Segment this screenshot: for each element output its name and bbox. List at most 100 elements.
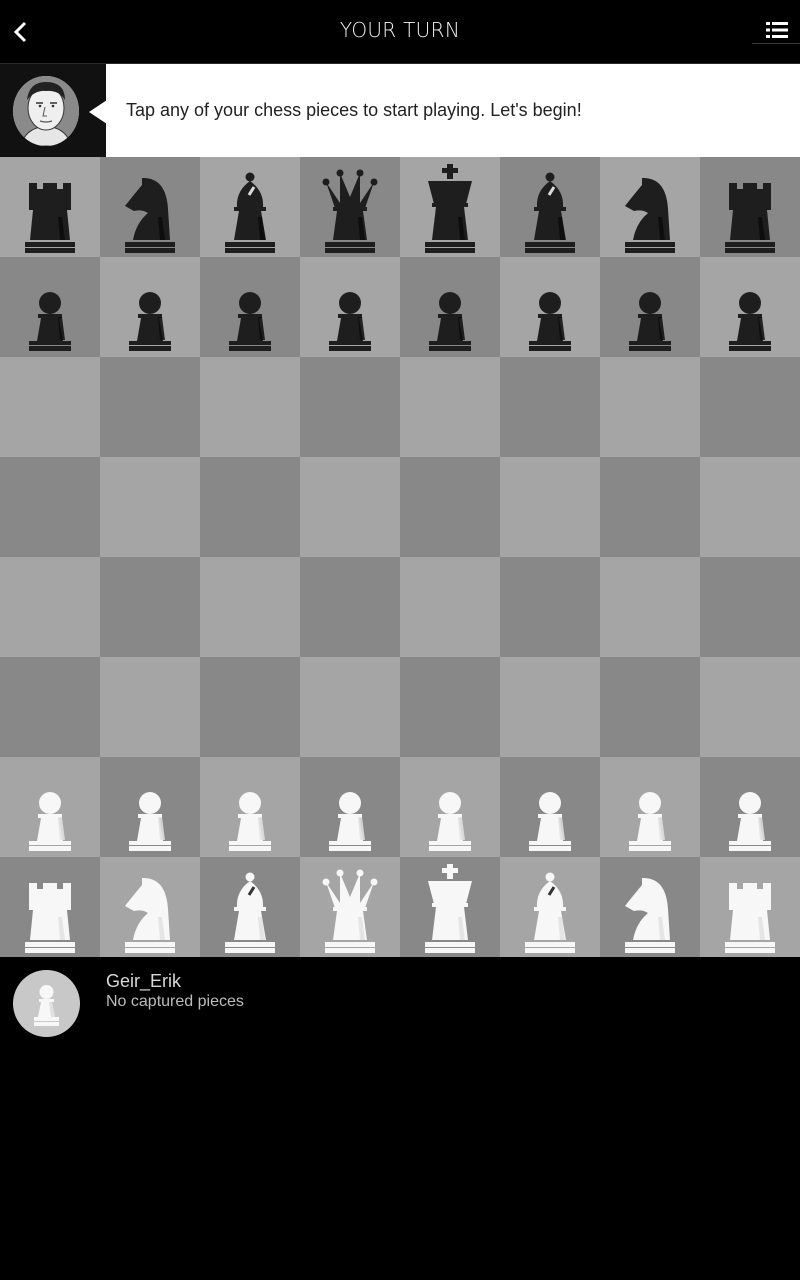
black-pawn-icon[interactable] <box>400 257 500 357</box>
coach-avatar <box>13 76 79 146</box>
square-d7[interactable] <box>300 257 400 357</box>
square-a7[interactable] <box>0 257 100 357</box>
menu-button[interactable] <box>752 14 800 44</box>
square-f6[interactable] <box>500 357 600 457</box>
square-e7[interactable] <box>400 257 500 357</box>
chess-board[interactable] <box>0 157 800 957</box>
black-king-icon[interactable] <box>400 157 500 257</box>
black-pawn-icon[interactable] <box>100 257 200 357</box>
white-rook-icon[interactable] <box>0 857 100 957</box>
white-pawn-icon[interactable] <box>500 757 600 857</box>
square-d4[interactable] <box>300 557 400 657</box>
square-e1[interactable] <box>400 857 500 957</box>
square-e3[interactable] <box>400 657 500 757</box>
square-f4[interactable] <box>500 557 600 657</box>
square-b6[interactable] <box>100 357 200 457</box>
square-b1[interactable] <box>100 857 200 957</box>
square-b4[interactable] <box>100 557 200 657</box>
black-pawn-icon[interactable] <box>200 257 300 357</box>
square-e4[interactable] <box>400 557 500 657</box>
black-queen-icon[interactable] <box>300 157 400 257</box>
square-a8[interactable] <box>0 157 100 257</box>
square-b3[interactable] <box>100 657 200 757</box>
square-h2[interactable] <box>700 757 800 857</box>
square-d2[interactable] <box>300 757 400 857</box>
black-pawn-icon[interactable] <box>300 257 400 357</box>
square-h4[interactable] <box>700 557 800 657</box>
square-b7[interactable] <box>100 257 200 357</box>
square-h3[interactable] <box>700 657 800 757</box>
black-rook-icon[interactable] <box>700 157 800 257</box>
black-knight-icon[interactable] <box>100 157 200 257</box>
white-pawn-icon[interactable] <box>0 757 100 857</box>
white-rook-icon[interactable] <box>700 857 800 957</box>
white-pawn-icon[interactable] <box>100 757 200 857</box>
square-h8[interactable] <box>700 157 800 257</box>
square-a6[interactable] <box>0 357 100 457</box>
square-g4[interactable] <box>600 557 700 657</box>
square-c1[interactable] <box>200 857 300 957</box>
white-king-icon[interactable] <box>400 857 500 957</box>
black-rook-icon[interactable] <box>0 157 100 257</box>
square-f3[interactable] <box>500 657 600 757</box>
square-c6[interactable] <box>200 357 300 457</box>
square-a1[interactable] <box>0 857 100 957</box>
square-f8[interactable] <box>500 157 600 257</box>
black-bishop-icon[interactable] <box>500 157 600 257</box>
square-a3[interactable] <box>0 657 100 757</box>
square-a2[interactable] <box>0 757 100 857</box>
black-knight-icon[interactable] <box>600 157 700 257</box>
square-b2[interactable] <box>100 757 200 857</box>
square-g2[interactable] <box>600 757 700 857</box>
square-a5[interactable] <box>0 457 100 557</box>
square-g3[interactable] <box>600 657 700 757</box>
square-d3[interactable] <box>300 657 400 757</box>
square-g8[interactable] <box>600 157 700 257</box>
square-g6[interactable] <box>600 357 700 457</box>
black-pawn-icon[interactable] <box>700 257 800 357</box>
square-d8[interactable] <box>300 157 400 257</box>
square-d1[interactable] <box>300 857 400 957</box>
square-c2[interactable] <box>200 757 300 857</box>
square-g7[interactable] <box>600 257 700 357</box>
white-bishop-icon[interactable] <box>500 857 600 957</box>
square-f1[interactable] <box>500 857 600 957</box>
square-g5[interactable] <box>600 457 700 557</box>
white-pawn-icon[interactable] <box>700 757 800 857</box>
white-pawn-icon[interactable] <box>300 757 400 857</box>
square-c4[interactable] <box>200 557 300 657</box>
square-d6[interactable] <box>300 357 400 457</box>
square-h5[interactable] <box>700 457 800 557</box>
square-g1[interactable] <box>600 857 700 957</box>
square-h6[interactable] <box>700 357 800 457</box>
square-c7[interactable] <box>200 257 300 357</box>
black-pawn-icon[interactable] <box>500 257 600 357</box>
white-pawn-icon[interactable] <box>600 757 700 857</box>
white-pawn-icon[interactable] <box>400 757 500 857</box>
square-e6[interactable] <box>400 357 500 457</box>
square-f7[interactable] <box>500 257 600 357</box>
square-a4[interactable] <box>0 557 100 657</box>
square-e8[interactable] <box>400 157 500 257</box>
square-b5[interactable] <box>100 457 200 557</box>
white-bishop-icon[interactable] <box>200 857 300 957</box>
square-c8[interactable] <box>200 157 300 257</box>
black-pawn-icon[interactable] <box>0 257 100 357</box>
white-knight-icon[interactable] <box>600 857 700 957</box>
square-e5[interactable] <box>400 457 500 557</box>
square-e2[interactable] <box>400 757 500 857</box>
white-pawn-icon[interactable] <box>200 757 300 857</box>
square-b8[interactable] <box>100 157 200 257</box>
square-h7[interactable] <box>700 257 800 357</box>
white-knight-icon[interactable] <box>100 857 200 957</box>
black-bishop-icon[interactable] <box>200 157 300 257</box>
white-queen-icon[interactable] <box>300 857 400 957</box>
square-f2[interactable] <box>500 757 600 857</box>
square-h1[interactable] <box>700 857 800 957</box>
square-f5[interactable] <box>500 457 600 557</box>
square-c5[interactable] <box>200 457 300 557</box>
square-c3[interactable] <box>200 657 300 757</box>
black-pawn-icon[interactable] <box>600 257 700 357</box>
square-d5[interactable] <box>300 457 400 557</box>
page-title: YOUR TURN <box>339 18 461 42</box>
